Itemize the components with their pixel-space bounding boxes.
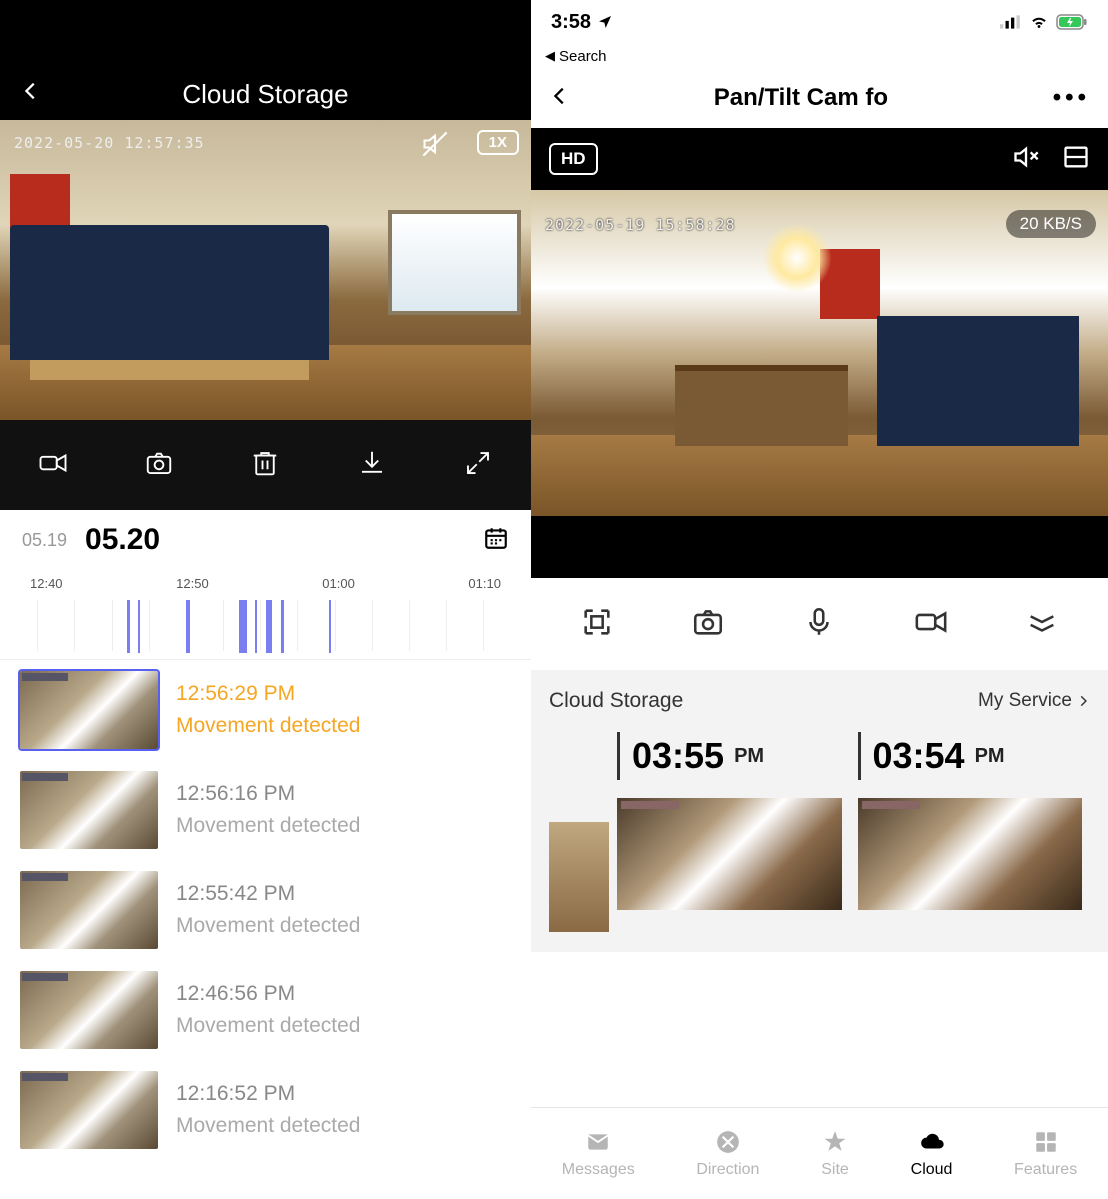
left-phone: Cloud Storage 2022-05-20 12:57:35 1X 05.…: [0, 0, 531, 1199]
event-description: Movement detected: [176, 914, 360, 938]
event-time: 12:56:16 PM: [176, 782, 360, 806]
timeline[interactable]: 12:40 12:50 01:00 01:10: [0, 570, 531, 660]
speed-indicator[interactable]: 1X: [477, 130, 519, 155]
event-time: 12:55:42 PM: [176, 882, 360, 906]
event-time: 12:56:29 PM: [176, 682, 360, 706]
control-bar: [531, 578, 1108, 670]
video-toolbar: [0, 420, 531, 510]
delete-icon[interactable]: [250, 448, 280, 483]
tab-features[interactable]: Features: [1014, 1129, 1077, 1179]
date-prev[interactable]: 05.19: [22, 530, 67, 551]
event-thumbnail: [20, 771, 158, 849]
tab-messages[interactable]: Messages: [562, 1129, 635, 1179]
fullscreen-icon[interactable]: [580, 605, 614, 644]
live-video[interactable]: 2022-05-19 15:58:28 20 KB/S: [531, 190, 1108, 516]
tab-direction[interactable]: Direction: [696, 1129, 759, 1179]
date-active[interactable]: 05.20: [85, 523, 160, 557]
snapshot-icon[interactable]: [144, 448, 174, 483]
snapshot-icon[interactable]: [691, 605, 725, 644]
clip-item[interactable]: 03:55 PM: [609, 732, 850, 910]
live-video-area: HD 2022-05-19 15:58:28 20 KB/S: [531, 128, 1108, 578]
event-time: 12:16:52 PM: [176, 1082, 360, 1106]
right-phone: 3:58 ◀ Search Pan/Tilt Cam fo ••• HD: [531, 0, 1108, 1199]
record-icon[interactable]: [38, 448, 68, 483]
calendar-icon[interactable]: [483, 525, 509, 556]
event-description: Movement detected: [176, 1014, 360, 1038]
video-timestamp: 2022-05-20 12:57:35: [14, 134, 205, 152]
event-thumbnail: [20, 671, 158, 749]
event-item[interactable]: 12:56:16 PM Movement detected: [0, 760, 531, 860]
event-thumbnail: [20, 1071, 158, 1149]
clip-time: 03:55: [632, 735, 724, 777]
event-item[interactable]: 12:55:42 PM Movement detected: [0, 860, 531, 960]
left-header: Cloud Storage: [0, 0, 531, 120]
clip-time: 03:54: [873, 735, 965, 777]
mute-icon[interactable]: [421, 130, 449, 165]
page-title: Cloud Storage: [20, 79, 511, 110]
video-timestamp: 2022-05-19 15:58:28: [545, 216, 736, 234]
event-description: Movement detected: [176, 814, 360, 838]
timeline-label: 01:00: [322, 576, 355, 591]
timeline-label: 12:40: [30, 576, 63, 591]
event-thumbnail: [20, 871, 158, 949]
status-time: 3:58: [551, 11, 591, 34]
event-list[interactable]: 12:56:29 PM Movement detected 12:56:16 P…: [0, 660, 531, 1199]
event-item[interactable]: 12:46:56 PM Movement detected: [0, 960, 531, 1060]
status-bar: 3:58: [531, 0, 1108, 44]
expand-icon[interactable]: [1025, 605, 1059, 644]
data-rate: 20 KB/S: [1006, 210, 1096, 238]
event-time: 12:46:56 PM: [176, 982, 360, 1006]
event-thumbnail: [20, 971, 158, 1049]
clip-ampm: PM: [975, 745, 1005, 768]
tab-bar: Messages Direction Site Cloud Features: [531, 1107, 1108, 1199]
multiview-icon[interactable]: [1040, 143, 1090, 176]
event-description: Movement detected: [176, 1114, 360, 1138]
tab-site[interactable]: Site: [821, 1129, 849, 1179]
more-icon[interactable]: •••: [1053, 84, 1090, 112]
clip-ampm: PM: [734, 745, 764, 768]
video-playback[interactable]: 2022-05-20 12:57:35 1X: [0, 120, 531, 420]
signal-icon: [1000, 15, 1022, 29]
clip-item[interactable]: 03:54 PM: [850, 732, 1091, 910]
clip-thumbnail: [617, 798, 842, 910]
clip-thumbnail: [858, 798, 1083, 910]
event-item[interactable]: 12:56:29 PM Movement detected: [0, 660, 531, 760]
record-icon[interactable]: [914, 605, 948, 644]
clip-preview-edge[interactable]: [549, 822, 609, 932]
battery-icon: [1056, 14, 1088, 30]
timeline-label: 12:50: [176, 576, 209, 591]
date-selector: 05.19 05.20: [0, 510, 531, 570]
download-icon[interactable]: [357, 448, 387, 483]
event-item[interactable]: 12:16:52 PM Movement detected: [0, 1060, 531, 1160]
my-service-link[interactable]: My Service: [978, 690, 1090, 712]
wifi-icon: [1028, 13, 1050, 31]
quality-toggle[interactable]: HD: [549, 143, 598, 175]
search-return[interactable]: ◀ Search: [531, 44, 1108, 68]
camera-title: Pan/Tilt Cam fo: [549, 84, 1053, 112]
timeline-label: 01:10: [468, 576, 501, 591]
location-icon: [597, 14, 613, 30]
event-description: Movement detected: [176, 714, 360, 738]
cloud-section: Cloud Storage My Service 03:55 PM 03:54 …: [531, 670, 1108, 952]
fullscreen-icon[interactable]: [463, 448, 493, 483]
right-header: Pan/Tilt Cam fo •••: [531, 68, 1108, 128]
cloud-label: Cloud Storage: [549, 689, 683, 713]
mute-icon[interactable]: [990, 143, 1040, 176]
tab-cloud[interactable]: Cloud: [911, 1129, 953, 1179]
microphone-icon[interactable]: [802, 605, 836, 644]
